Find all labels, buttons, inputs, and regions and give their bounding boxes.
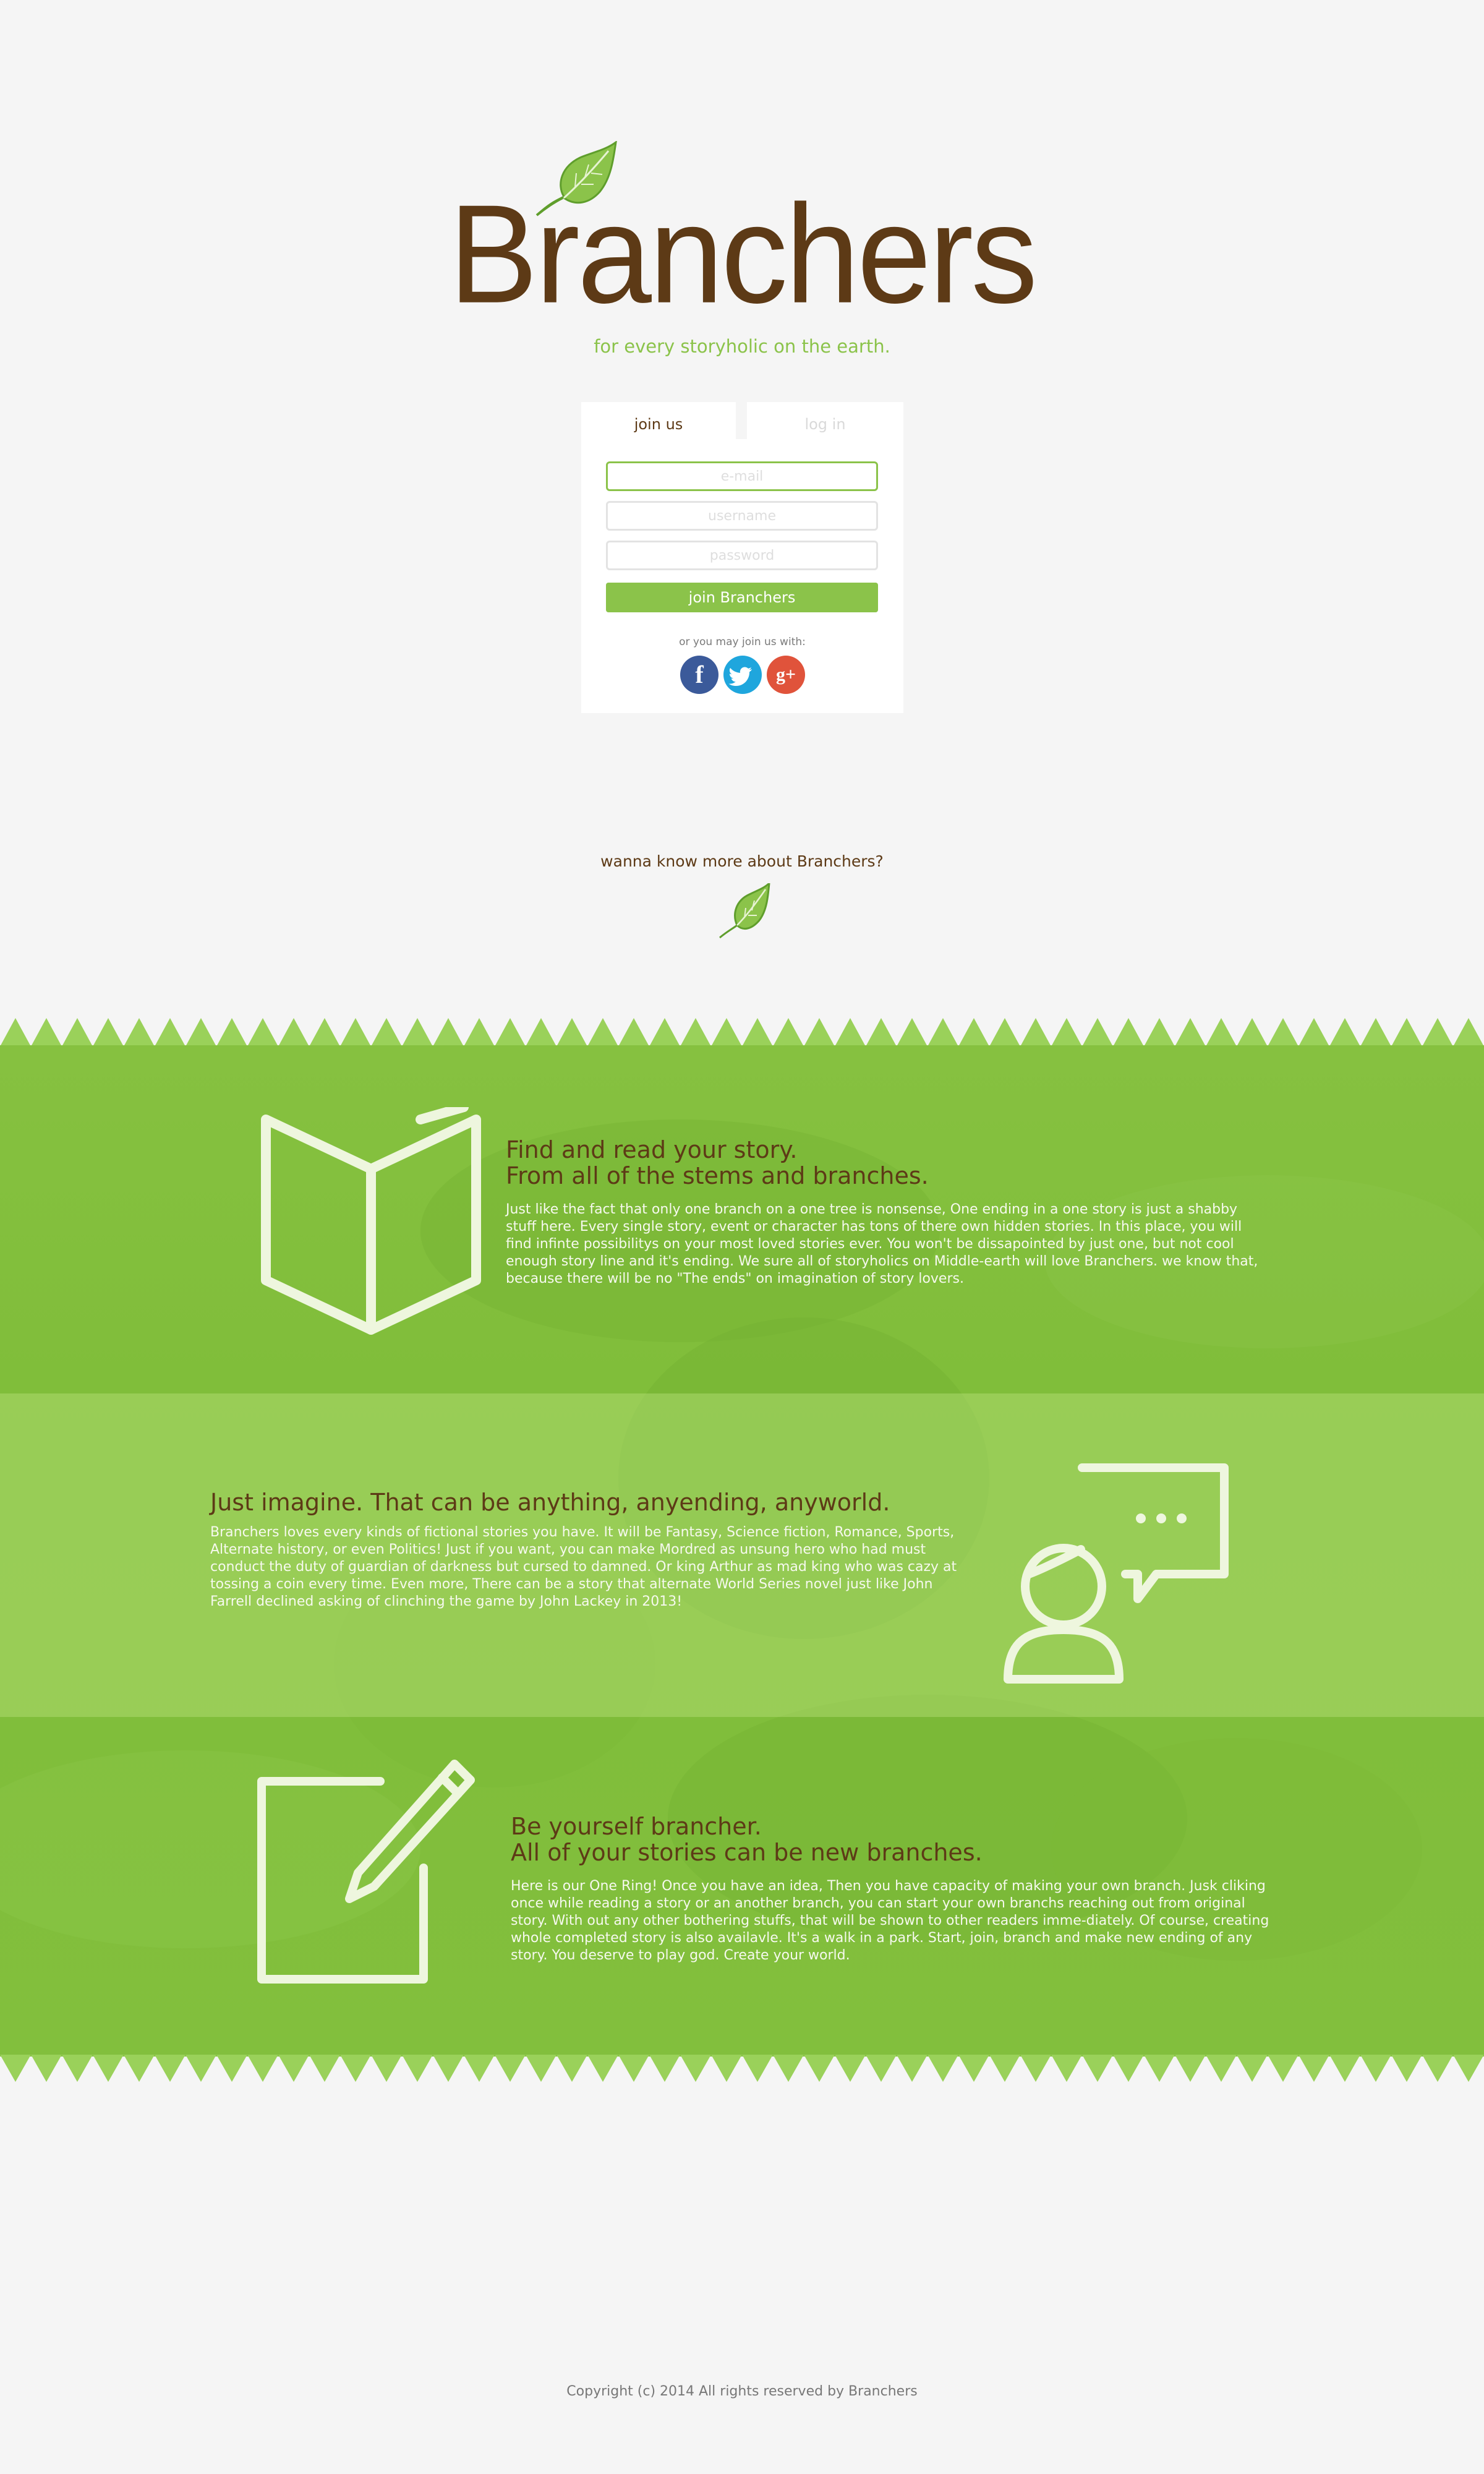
feature-brancher-title: Be yourself brancher. All of your storie…	[511, 1813, 1315, 1865]
social-join-label: or you may join us with:	[679, 636, 806, 648]
feature-read-title-line2: From all of the stems and branches.	[506, 1162, 929, 1189]
signup-panel: join us log in join Branchers or you may…	[581, 402, 903, 713]
tab-join-us[interactable]: join us	[581, 402, 736, 439]
feature-imagine-title: Just imagine. That can be anything, anye…	[210, 1489, 890, 1516]
feature-imagine-body: Branchers loves every kinds of fictional…	[210, 1525, 957, 1609]
person-speech-bubble-icon	[1004, 1463, 1229, 1684]
feature-read-title-line1: Find and read your story.	[506, 1136, 798, 1163]
twitter-icon[interactable]	[723, 656, 762, 694]
feature-brancher-title-line1: Be yourself brancher.	[511, 1813, 762, 1840]
join-button[interactable]: join Branchers	[606, 583, 878, 612]
feature-read-body: Just like the fact that only one branch …	[506, 1202, 1258, 1286]
email-field[interactable]	[606, 461, 878, 491]
learn-more-label[interactable]: wanna know more about Branchers?	[0, 852, 1484, 870]
twitter-bird-icon	[728, 667, 752, 686]
leaf-scroll-icon[interactable]	[716, 883, 772, 940]
feature-brancher-body: Here is our One Ring! Once you have an i…	[511, 1878, 1269, 1963]
tagline: for every storyholic on the earth.	[594, 336, 890, 357]
zigzag-border-top	[0, 1014, 1484, 1047]
password-field[interactable]	[606, 541, 878, 570]
username-field[interactable]	[606, 501, 878, 531]
feature-read-title: Find and read your story. From all of th…	[506, 1137, 1310, 1189]
zigzag-border-bottom	[0, 2055, 1484, 2084]
brand-title: Branchers	[448, 174, 1038, 333]
features-section: Find and read your story. From all of th…	[0, 1045, 1484, 2057]
open-book-icon	[261, 1107, 481, 1335]
feature-brancher-title-line2: All of your stories can be new branches.	[511, 1839, 983, 1866]
tab-divider	[736, 402, 747, 439]
tab-log-in[interactable]: log in	[747, 402, 903, 439]
copyright-text: Copyright (c) 2014 All rights reserved b…	[566, 2384, 918, 2399]
edit-pencil-icon	[257, 1760, 475, 1984]
facebook-icon[interactable]: f	[680, 656, 719, 694]
google-plus-icon[interactable]: g+	[767, 656, 805, 694]
